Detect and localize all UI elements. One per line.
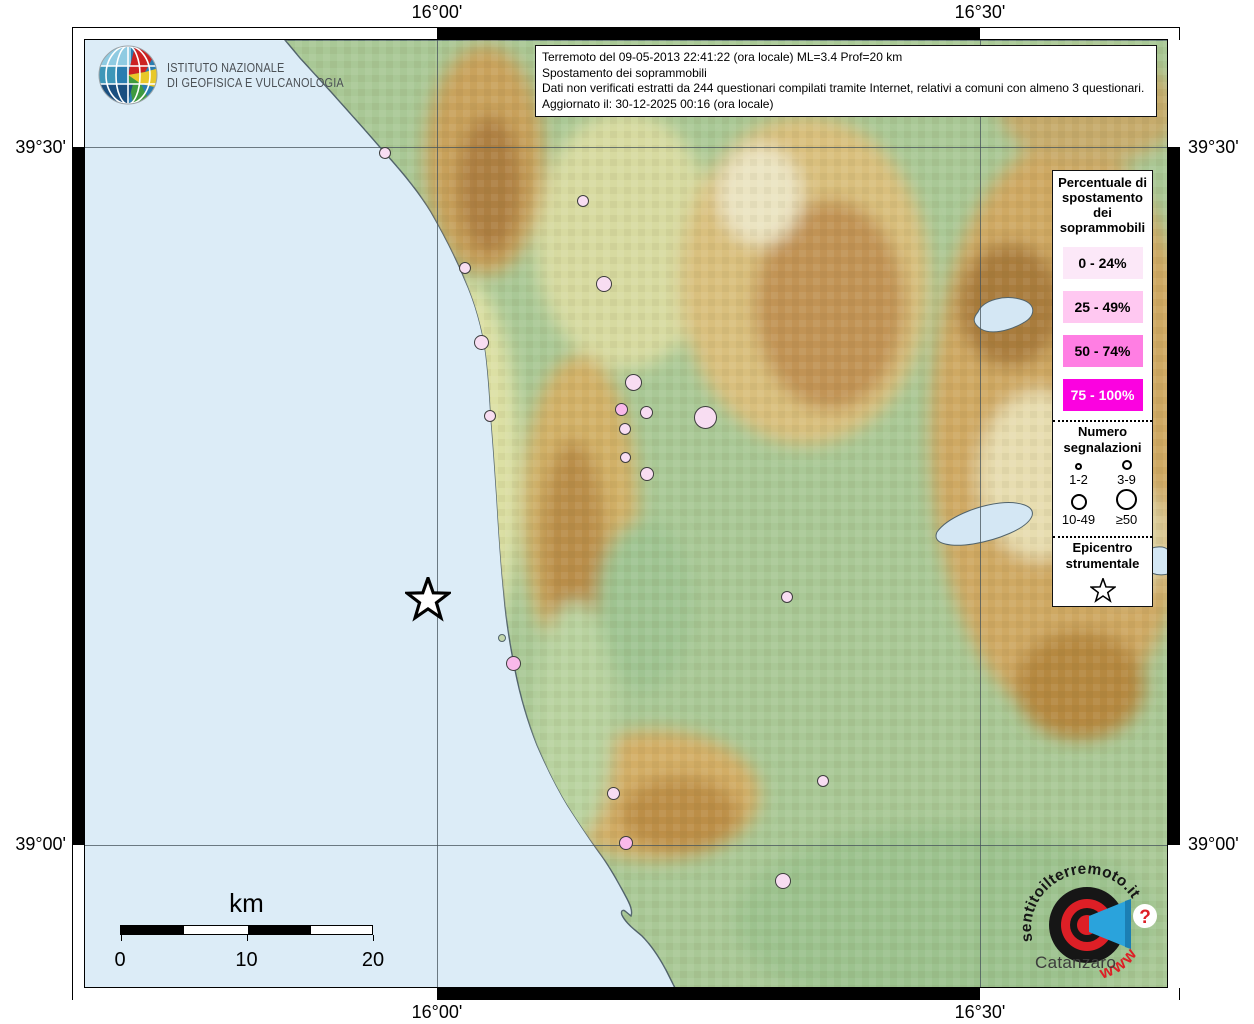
legend-counts-title: Numero segnalazioni: [1053, 424, 1152, 456]
report-circle: [596, 276, 612, 292]
event-subtitle: Spostamento dei soprammobili: [542, 66, 1150, 82]
frame-bar-top: [73, 28, 1179, 40]
lat-label-left-top: 39°30': [0, 137, 66, 158]
scale-bar-labels: 01020: [120, 935, 373, 961]
lon-label-top-right: 16°30': [920, 2, 1040, 23]
ingv-logo: ISTITUTO NAZIONALE DI GEOFISICA E VULCAN…: [97, 44, 378, 106]
scale-bar-number: 10: [235, 949, 257, 972]
ingv-name-line1: ISTITUTO NAZIONALE: [167, 60, 344, 75]
legend-count-item: 10-49: [1057, 489, 1101, 527]
legend-count-symbols: 1-2 3-9 10-49 ≥50: [1057, 460, 1149, 527]
event-disclaimer: Dati non verificati estratti da 244 ques…: [542, 81, 1150, 97]
report-circle: [615, 403, 628, 416]
count-circle-icon: [1071, 494, 1087, 510]
report-circle: [817, 775, 829, 787]
report-circle: [619, 836, 633, 850]
lon-label-top-left: 16°00': [377, 2, 497, 23]
scale-bar-number: 20: [362, 949, 384, 972]
count-label: 1-2: [1069, 472, 1088, 487]
legend-class-swatch: 25 - 49%: [1063, 291, 1143, 323]
frame-bar-left: [73, 40, 85, 988]
legend-epicenter-title: Epicentro strumentale: [1053, 540, 1152, 572]
hsit-question-mark: ?: [1139, 907, 1151, 928]
scale-bar: km 01020: [120, 888, 373, 961]
event-title: Terremoto del 09-05-2013 22:41:22 (ora l…: [542, 50, 1150, 66]
event-updated: Aggiornato il: 30-12-2025 00:16 (ora loc…: [542, 97, 1150, 113]
legend-divider: [1053, 420, 1152, 422]
legend-count-item: 3-9: [1105, 460, 1149, 487]
frame-bar-right: [1168, 40, 1180, 988]
scale-bar-unit: km: [120, 888, 373, 919]
legend-star-icon: [1090, 578, 1116, 604]
felt-report-points-layer: [85, 40, 1168, 988]
count-label: 3-9: [1117, 472, 1136, 487]
count-circle-icon: [1116, 489, 1137, 510]
ingv-felt-report-map: 16°00' 16°30' 16°00' 16°30' 39°30' 39°00…: [0, 0, 1254, 1024]
count-label: ≥50: [1116, 512, 1138, 527]
legend-divider-2: [1053, 536, 1152, 538]
report-circle: [474, 335, 489, 350]
scale-bar-track: [120, 925, 373, 935]
report-circle: [484, 410, 496, 422]
legend-panel: Percentuale di spostamento dei soprammob…: [1052, 170, 1153, 607]
report-circle: [640, 406, 653, 419]
report-circle: [619, 423, 631, 435]
lat-label-left-bottom: 39°00': [0, 834, 66, 855]
report-circle: [625, 374, 642, 391]
legend-class-swatch: 75 - 100%: [1063, 379, 1143, 411]
report-circle: [640, 467, 654, 481]
frame-bar-bottom: [73, 988, 1179, 1000]
scale-bar-number: 0: [114, 949, 125, 972]
report-circle: [620, 452, 631, 463]
ingv-globe-icon: [97, 44, 159, 106]
ingv-name-line2: DI GEOFISICA E VULCANOLOGIA: [167, 75, 344, 90]
report-circle: [775, 873, 791, 889]
lon-label-bottom-left: 16°00': [377, 1002, 497, 1023]
map-canvas: Terremoto del 09-05-2013 22:41:22 (ora l…: [85, 40, 1168, 988]
report-circle: [607, 787, 620, 800]
lat-label-right-top: 39°30': [1188, 137, 1254, 158]
count-circle-icon: [1122, 460, 1132, 470]
legend-class-swatch: 50 - 74%: [1063, 335, 1143, 367]
count-circle-icon: [1075, 463, 1082, 470]
city-label-catanzaro: Catanzaro: [1035, 953, 1116, 973]
legend-title: Percentuale di spostamento dei soprammob…: [1055, 175, 1150, 235]
report-circle: [577, 195, 589, 207]
epicenter-star-icon: [405, 577, 451, 623]
report-circle: [506, 656, 521, 671]
event-info-box: Terremoto del 09-05-2013 22:41:22 (ora l…: [535, 45, 1157, 117]
legend-count-item: ≥50: [1105, 489, 1149, 527]
legend-class-swatch: 0 - 24%: [1063, 247, 1143, 279]
count-label: 10-49: [1062, 512, 1095, 527]
report-circle: [379, 147, 391, 159]
lon-label-bottom-right: 16°30': [920, 1002, 1040, 1023]
legend-color-classes: 0 - 24% 25 - 49% 50 - 74% 75 - 100%: [1063, 235, 1143, 411]
report-circle: [694, 406, 717, 429]
report-circle: [459, 262, 471, 274]
report-circle: [781, 591, 793, 603]
legend-count-item: 1-2: [1057, 460, 1101, 487]
lat-label-right-bottom: 39°00': [1188, 834, 1254, 855]
